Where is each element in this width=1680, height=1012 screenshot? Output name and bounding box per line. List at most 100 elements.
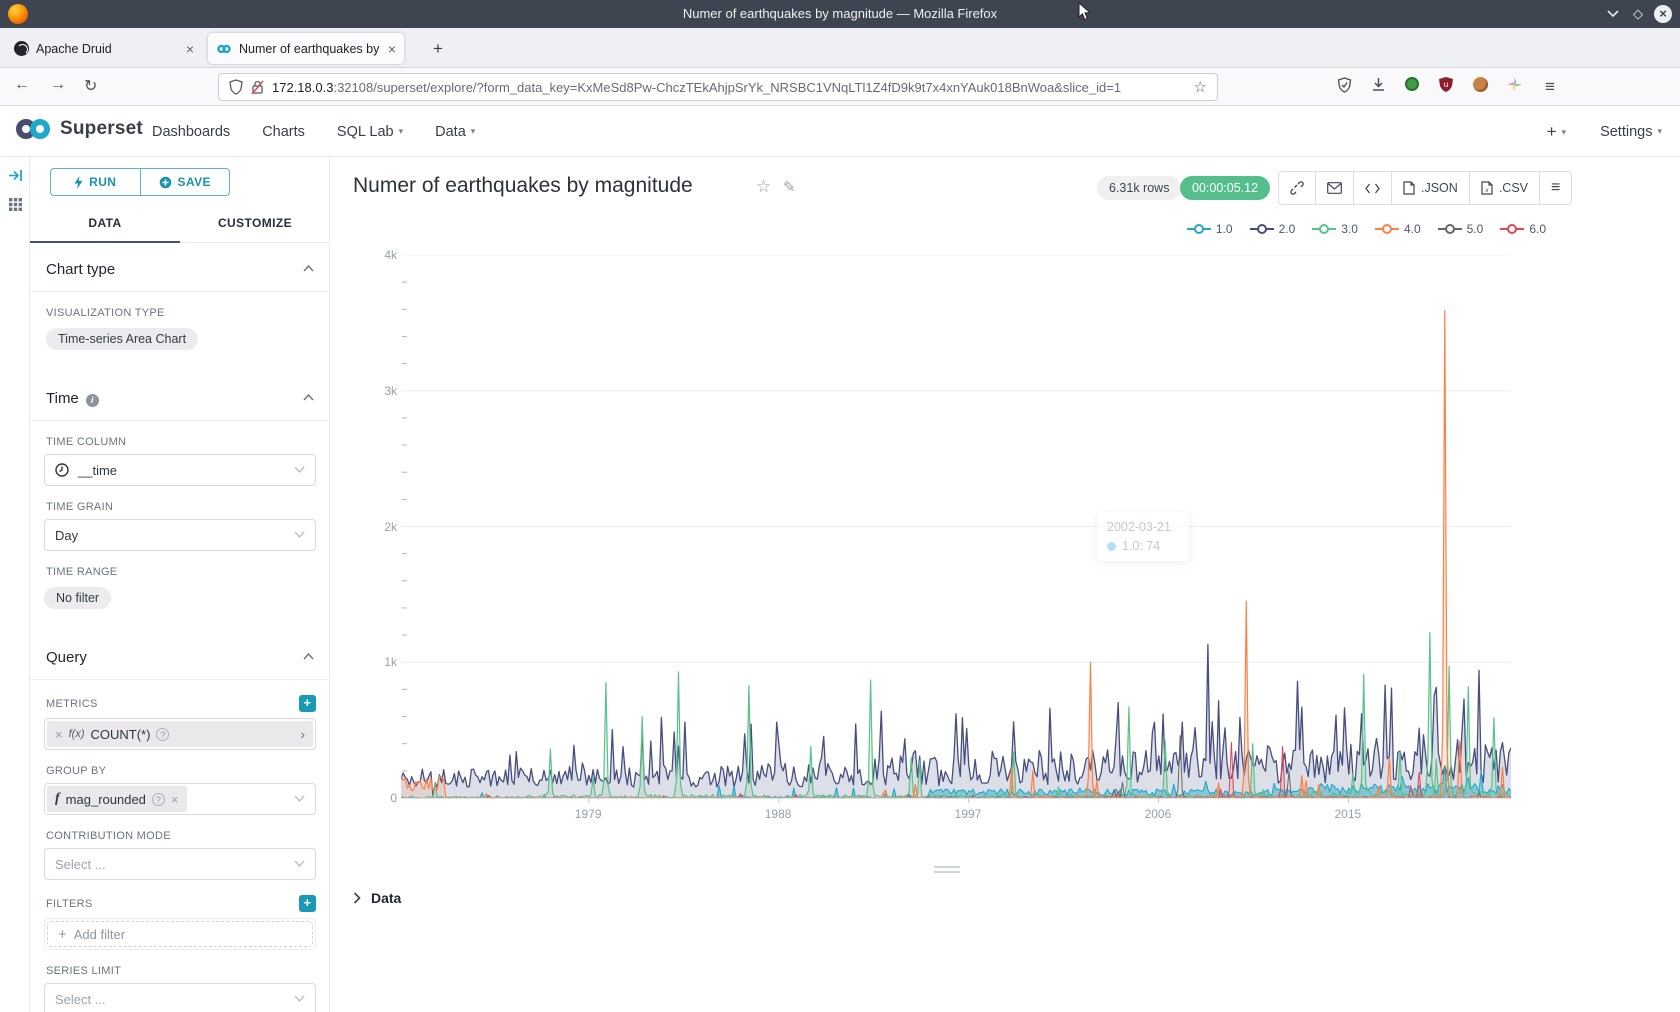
filters-label: FILTERS +: [46, 895, 316, 912]
menu-hamburger-icon[interactable]: ≡: [1540, 77, 1560, 97]
protection-shield-icon[interactable]: [1334, 77, 1354, 97]
datasource-grid-icon[interactable]: [8, 197, 23, 212]
y-tick-label: 0: [357, 791, 397, 805]
extension-green-icon[interactable]: [1402, 77, 1422, 97]
legend-item-2.0[interactable]: 2.0: [1250, 222, 1296, 236]
window-close-button[interactable]: ×: [1654, 5, 1672, 23]
insecure-lock-icon[interactable]: [251, 80, 264, 95]
new-tab-button[interactable]: +: [425, 36, 451, 62]
function-icon: f(x): [69, 728, 85, 740]
add-filter-plus-button[interactable]: +: [299, 895, 316, 912]
tab-data[interactable]: DATA: [30, 207, 180, 242]
chevron-right-icon: [353, 892, 361, 904]
email-button[interactable]: [1316, 172, 1354, 204]
x-tick-label: 2006: [1145, 807, 1172, 821]
time-range-pill[interactable]: No filter: [44, 587, 111, 609]
tab-customize[interactable]: CUSTOMIZE: [180, 207, 330, 242]
nav-item-dashboards[interactable]: Dashboards: [152, 124, 230, 140]
chevron-down-icon: [294, 860, 305, 867]
legend-item-1.0[interactable]: 1.0: [1187, 222, 1233, 236]
section-time[interactable]: Timei: [30, 372, 330, 421]
help-icon[interactable]: ?: [156, 728, 169, 741]
nav-item-data[interactable]: Data▾: [435, 124, 475, 140]
export-csv-button[interactable]: x .CSV: [1470, 172, 1540, 204]
legend-item-4.0[interactable]: 4.0: [1375, 222, 1421, 236]
pinwheel-extension-icon[interactable]: [1504, 77, 1524, 97]
data-results-toggle[interactable]: Data: [353, 890, 401, 906]
series-limit-select[interactable]: Select ...: [44, 983, 316, 1012]
save-button[interactable]: SAVE: [140, 169, 230, 195]
run-button[interactable]: RUN: [51, 169, 140, 195]
left-icon-strip: [0, 157, 30, 1012]
tab-close-icon[interactable]: ×: [180, 41, 194, 57]
cookie-icon[interactable]: [1470, 77, 1490, 97]
copy-link-button[interactable]: [1279, 172, 1316, 204]
help-icon[interactable]: ?: [152, 793, 165, 806]
section-query[interactable]: Query: [30, 631, 330, 680]
bookmark-star-icon[interactable]: ☆: [1194, 78, 1207, 96]
chevron-down-icon: [294, 795, 305, 802]
section-chart-type[interactable]: Chart type: [30, 243, 330, 292]
new-chart-plus-button[interactable]: +▾: [1547, 122, 1566, 142]
url-field[interactable]: 172.18.0.3:32108/superset/explore/?form_…: [218, 73, 1218, 101]
downloads-icon[interactable]: [1368, 77, 1388, 97]
chevron-down-icon: [294, 531, 305, 538]
nav-item-charts[interactable]: Charts: [262, 124, 305, 140]
filters-box: + Add filter: [44, 918, 316, 950]
back-button[interactable]: ←: [14, 76, 30, 94]
favorite-star-icon[interactable]: ☆: [756, 177, 771, 197]
reload-button[interactable]: ↻: [84, 76, 97, 96]
tab-title: Apache Druid: [36, 42, 180, 56]
export-json-button[interactable]: .JSON: [1392, 172, 1470, 204]
x-tick-label: 1997: [955, 807, 982, 821]
window-minimize-button[interactable]: [1604, 5, 1622, 23]
expand-metric-icon[interactable]: ›: [300, 726, 305, 742]
explore-workspace: RUN SAVE DATA CUSTOMIZE Chart type VISUA…: [0, 157, 1680, 1012]
clock-icon: [55, 463, 69, 477]
browser-tab-apache-druid[interactable]: Apache Druid ×: [6, 33, 202, 64]
timeseries-area-chart[interactable]: [401, 255, 1511, 804]
contribution-mode-label: CONTRIBUTION MODE: [46, 830, 314, 842]
viz-type-pill[interactable]: Time-series Area Chart: [46, 328, 198, 350]
metric-value: COUNT(*): [90, 727, 150, 742]
contribution-mode-select[interactable]: Select ...: [44, 848, 316, 880]
mouse-cursor: [1078, 2, 1092, 22]
embed-code-button[interactable]: [1354, 172, 1392, 204]
druid-favicon-icon: [14, 41, 29, 56]
group-by-select[interactable]: f mag_rounded ? ×: [44, 783, 316, 815]
legend-marker-icon: [1312, 224, 1336, 234]
add-filter-button[interactable]: + Add filter: [47, 921, 313, 947]
ublock-shield-icon[interactable]: u: [1436, 77, 1456, 97]
remove-metric-icon[interactable]: ×: [55, 727, 63, 742]
legend-item-6.0[interactable]: 6.0: [1500, 222, 1546, 236]
legend-item-3.0[interactable]: 3.0: [1312, 222, 1358, 236]
superset-logo[interactable]: Superset: [14, 117, 143, 141]
collapse-panel-icon[interactable]: [8, 169, 23, 182]
chart-legend: 1.0 2.0 3.0 4.0 5.0 6.0: [1187, 222, 1546, 236]
group-by-chip[interactable]: f mag_rounded ? ×: [47, 786, 187, 812]
select-placeholder: Select ...: [55, 992, 106, 1007]
legend-item-5.0[interactable]: 5.0: [1438, 222, 1484, 236]
time-column-select[interactable]: __time: [44, 454, 316, 486]
superset-favicon-icon: [216, 43, 232, 55]
time-grain-select[interactable]: Day: [44, 519, 316, 551]
tab-close-icon[interactable]: ×: [382, 41, 396, 57]
time-grain-label: TIME GRAIN: [46, 501, 314, 513]
panel-resize-handle[interactable]: [934, 866, 960, 876]
time-column-label: TIME COLUMN: [46, 436, 314, 448]
nav-item-sql-lab[interactable]: SQL Lab▾: [337, 124, 403, 140]
edit-title-icon[interactable]: ✎: [783, 178, 796, 196]
window-maximize-button[interactable]: ◇: [1629, 5, 1647, 23]
add-metric-button[interactable]: +: [299, 695, 316, 712]
chevron-down-icon: [294, 995, 305, 1002]
settings-menu[interactable]: Settings▾: [1600, 124, 1662, 140]
metric-chip-count[interactable]: × f(x) COUNT(*) ? ›: [47, 721, 313, 747]
forward-button[interactable]: →: [50, 76, 66, 94]
x-tick-label: 2015: [1335, 807, 1362, 821]
superset-navbar: Superset Dashboards Charts SQL Lab▾ Data▾ +…: [0, 106, 1680, 157]
shield-permissions-icon[interactable]: [229, 79, 243, 95]
more-options-button[interactable]: ≡: [1540, 172, 1571, 204]
legend-label: 4.0: [1404, 222, 1421, 236]
remove-group-by-icon[interactable]: ×: [171, 792, 179, 807]
browser-tab-active[interactable]: Numer of earthquakes by magnitude ×: [208, 33, 404, 64]
